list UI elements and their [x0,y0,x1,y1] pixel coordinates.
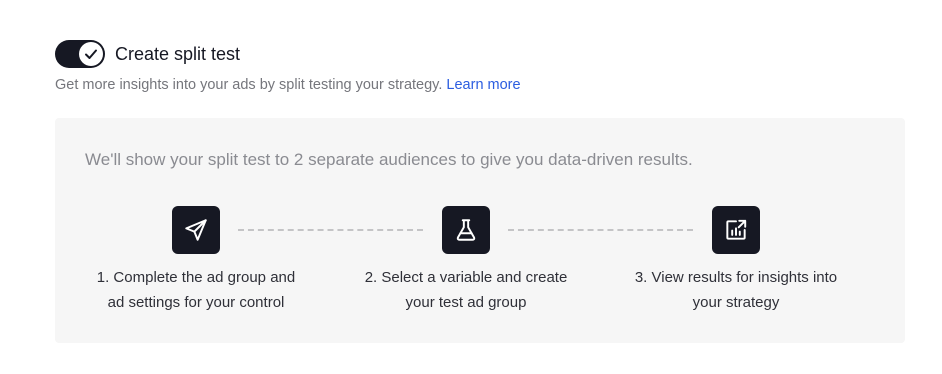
step-2: 2. Select a variable and create your tes… [346,206,586,315]
step-1: 1. Complete the ad group and ad settings… [76,206,316,315]
step-1-line-1: 1. Complete the ad group and [96,269,296,286]
split-test-description: Get more insights into your ads by split… [55,77,521,93]
step-3: 3. View results for insights into your s… [616,206,856,315]
step-3-line-2: your strategy [692,294,780,311]
toggle-knob [79,42,103,66]
step-3-text: 3. View results for insights into your s… [616,265,856,315]
description-text: Get more insights into your ads by split… [55,77,443,93]
send-icon [172,206,220,254]
step-2-line-2: your test ad group [405,294,527,311]
split-test-toggle[interactable] [55,40,105,68]
step-1-line-2: ad settings for your control [107,294,285,311]
step-1-text: 1. Complete the ad group and ad settings… [76,265,316,315]
flask-icon [442,206,490,254]
toggle-label: Create split test [115,43,241,64]
check-icon [85,49,97,59]
step-3-line-1: 3. View results for insights into [634,269,838,286]
split-test-section: Create split test Get more insights into… [0,0,942,374]
chart-report-icon [712,206,760,254]
step-2-text: 2. Select a variable and create your tes… [346,265,586,315]
learn-more-link[interactable]: Learn more [446,77,520,93]
step-2-line-1: 2. Select a variable and create [364,269,568,286]
split-test-info-panel: We'll show your split test to 2 separate… [55,118,905,343]
panel-intro-text: We'll show your split test to 2 separate… [85,150,693,169]
split-test-toggle-row: Create split test [55,40,240,68]
